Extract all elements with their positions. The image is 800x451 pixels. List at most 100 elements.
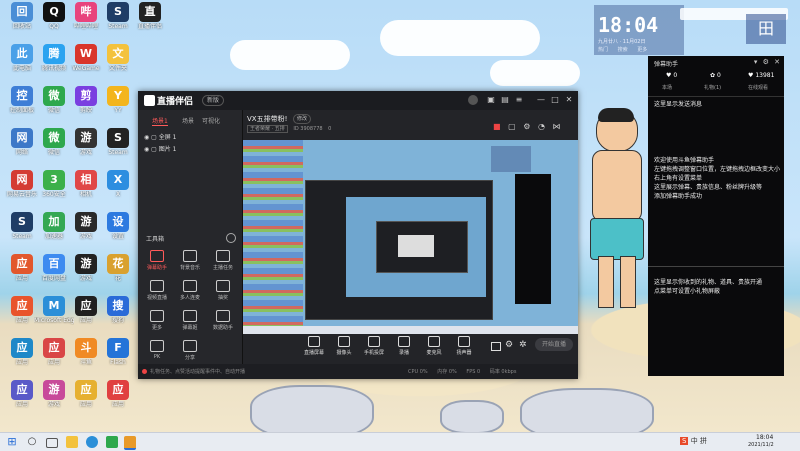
edge-icon[interactable] bbox=[86, 436, 98, 448]
source-item[interactable]: ◉ ▢ 图片 1 bbox=[144, 144, 176, 153]
search-icon[interactable]: ○ bbox=[26, 436, 38, 448]
pin-icon[interactable]: ▾ bbox=[754, 58, 758, 66]
app-icon: 应 bbox=[11, 254, 33, 274]
menu-icon[interactable]: ≡ bbox=[514, 95, 524, 105]
source-label: 图片 1 bbox=[158, 146, 177, 153]
tool-button[interactable]: 弹幕助手 bbox=[142, 250, 172, 280]
tool-button[interactable]: 背景音乐 bbox=[175, 250, 205, 280]
gear-icon[interactable]: ✲ bbox=[519, 340, 527, 350]
desktop-icon[interactable]: F Flash bbox=[98, 338, 138, 376]
tab-visual[interactable]: 可视化 bbox=[202, 116, 220, 125]
close-button[interactable]: ✕ bbox=[564, 95, 574, 105]
toolbox-toggle-icon[interactable] bbox=[226, 233, 236, 243]
live-companion-taskbar-icon[interactable] bbox=[124, 436, 136, 450]
stat-tab[interactable]: 在线观看 bbox=[748, 84, 768, 91]
tool-button[interactable]: 视频直播 bbox=[142, 280, 172, 310]
task-view-icon[interactable] bbox=[46, 438, 58, 448]
stat-tab[interactable]: 本场 bbox=[662, 84, 672, 91]
clock-chip[interactable]: 更多 bbox=[637, 47, 647, 53]
danmaku-panel: 弹幕助手 ▾ ⚙ ✕ ♥ 0 ✿ 0 ♥ 13981 本场 礼物(1) 在线观看… bbox=[648, 56, 784, 376]
taskbar-date[interactable]: 2021/11/2 bbox=[748, 442, 774, 448]
control-button[interactable]: 手机投屏 bbox=[359, 336, 389, 356]
tool-button[interactable]: 数据助手 bbox=[208, 310, 238, 340]
avatar[interactable] bbox=[468, 95, 478, 105]
stat-tab[interactable]: 礼物(1) bbox=[704, 84, 721, 91]
stream-title[interactable]: VX五排带粉! bbox=[247, 114, 287, 124]
desktop-icon[interactable]: 搜搜狗 bbox=[98, 296, 138, 334]
stream-category[interactable]: 王者荣耀 · 五排 bbox=[247, 125, 288, 133]
tool-button[interactable]: 多人连麦 bbox=[175, 280, 205, 310]
clock-chip[interactable]: 搜索 bbox=[618, 47, 628, 53]
settings-icon[interactable]: ⚙ bbox=[763, 58, 769, 66]
control-button[interactable]: 麦克风 bbox=[419, 336, 449, 356]
ime-icon[interactable]: 中 bbox=[691, 437, 698, 445]
lock-icon[interactable]: ▢ bbox=[508, 122, 516, 131]
app-icon: W bbox=[75, 44, 97, 64]
control-button[interactable]: 录播 bbox=[389, 336, 419, 356]
tool-label: PK bbox=[153, 354, 161, 360]
bell-icon[interactable]: ◔ bbox=[538, 122, 545, 131]
app-icon: S bbox=[11, 212, 33, 232]
cpu-stat: CPU 0% bbox=[408, 369, 428, 375]
app-icon: 应 bbox=[75, 296, 97, 316]
control-icon bbox=[308, 336, 320, 347]
settings-icon[interactable]: ⚙ bbox=[505, 340, 513, 350]
control-icon bbox=[368, 336, 380, 347]
viewer-value: 13981 bbox=[755, 72, 775, 79]
source-item[interactable]: ◉ ▢ 全屏 1 bbox=[144, 132, 176, 141]
sogou-icon[interactable]: S bbox=[680, 437, 689, 445]
desktop-icon[interactable]: XX bbox=[98, 170, 138, 208]
version-badge[interactable]: 新版 bbox=[202, 95, 225, 106]
desktop-icon[interactable]: 设设置 bbox=[98, 212, 138, 250]
tool-label: 更多 bbox=[151, 325, 162, 331]
share-icon[interactable]: ⋈ bbox=[552, 122, 560, 131]
tool-button[interactable]: 弹幕姬 bbox=[175, 310, 205, 340]
live-preview[interactable] bbox=[243, 140, 578, 334]
file-explorer-icon[interactable] bbox=[66, 436, 78, 448]
start-button[interactable]: ⊞ bbox=[6, 436, 18, 448]
desktop-icon[interactable]: Y YY bbox=[98, 86, 138, 124]
desktop-icon[interactable]: 文文件夹 bbox=[98, 44, 138, 82]
control-button[interactable]: 扬声器 bbox=[449, 336, 479, 356]
tool-button[interactable]: 更多 bbox=[142, 310, 172, 340]
app-icon: Q bbox=[43, 2, 65, 22]
camera-icon[interactable] bbox=[491, 342, 501, 351]
gift-icon[interactable]: ▤ bbox=[500, 95, 510, 105]
control-button[interactable]: 直播屏幕 bbox=[299, 336, 329, 356]
minimize-button[interactable]: — bbox=[536, 95, 546, 105]
ime-mode-icon[interactable]: 拼 bbox=[700, 437, 707, 445]
cartoon-character bbox=[588, 108, 644, 310]
wechat-icon[interactable] bbox=[106, 436, 118, 448]
shirt-icon[interactable]: ▣ bbox=[486, 95, 496, 105]
clock-chip[interactable]: 热门 bbox=[598, 47, 608, 53]
app-icon: 控 bbox=[11, 86, 33, 106]
app-icon: Y bbox=[107, 86, 129, 106]
preview-side-panel bbox=[515, 174, 551, 304]
close-icon[interactable]: ✕ bbox=[774, 58, 780, 66]
tool-button[interactable]: 抽奖 bbox=[208, 280, 238, 310]
control-icon bbox=[398, 336, 410, 347]
desktop-icon[interactable]: 直直播伴侣 bbox=[130, 2, 170, 40]
tool-icon bbox=[183, 250, 197, 262]
desktop-icon[interactable]: 花花 bbox=[98, 254, 138, 292]
app-icon: 百 bbox=[43, 254, 65, 274]
edit-title-button[interactable]: 修改 bbox=[293, 114, 312, 124]
stream-viewer-count: 0 bbox=[328, 126, 332, 132]
record-icon[interactable]: ■ bbox=[493, 122, 501, 131]
tab-scene-1[interactable]: 场景1 bbox=[152, 116, 168, 126]
app-icon: M bbox=[43, 296, 65, 316]
desktop-icon[interactable]: S Steam bbox=[98, 128, 138, 166]
tool-button[interactable]: 主播任务 bbox=[208, 250, 238, 280]
start-live-button[interactable]: 开始直播 bbox=[535, 338, 573, 351]
viewer-icon: ♥ bbox=[748, 72, 754, 79]
control-button[interactable]: 摄像头 bbox=[329, 336, 359, 356]
desktop-icon[interactable]: 应应用 bbox=[98, 380, 138, 418]
taskbar-time[interactable]: 18:04 bbox=[756, 434, 773, 441]
clock-widget: 18:04 九月廿八 · 11月02日 热门 搜索 更多 bbox=[594, 5, 684, 55]
settings-icon[interactable]: ⚙ bbox=[523, 122, 530, 131]
tab-scene[interactable]: 场景 bbox=[182, 116, 194, 125]
control-label: 录播 bbox=[398, 350, 409, 356]
maximize-button[interactable]: □ bbox=[550, 95, 560, 105]
title-bar[interactable]: 直播伴侣 新版 ▣ ▤ ≡ — □ ✕ bbox=[138, 91, 578, 110]
live-companion-window: 直播伴侣 新版 ▣ ▤ ≡ — □ ✕ 场景1 场景 可视化 ◉ ▢ 全屏 1 … bbox=[138, 91, 578, 379]
